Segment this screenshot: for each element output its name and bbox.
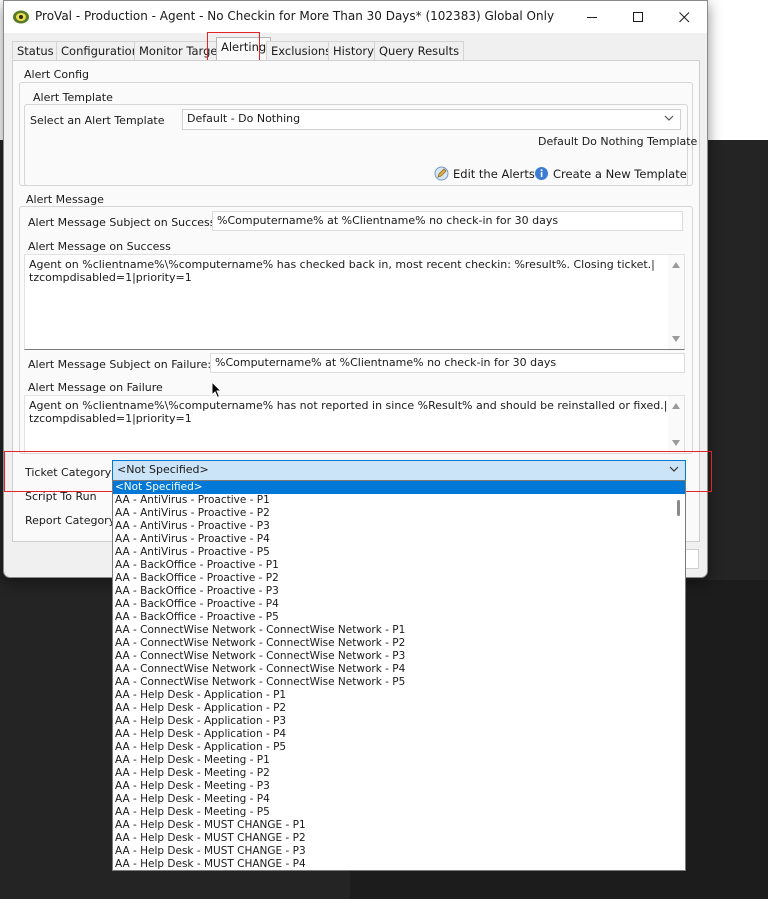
info-icon [535, 167, 548, 180]
dropdown-option[interactable]: AA - ConnectWise Network - ConnectWise N… [113, 624, 685, 637]
create-template-button[interactable]: Create a New Template [534, 166, 687, 181]
subject-failure-field[interactable]: %Computername% at %Clientname% no check-… [210, 353, 685, 373]
dropdown-option[interactable]: AA - Help Desk - Application - P5 [113, 741, 685, 754]
tab-monitor-target[interactable]: Monitor Target [134, 41, 227, 60]
dropdown-option[interactable]: AA - ConnectWise Network - ConnectWise N… [113, 637, 685, 650]
close-icon [678, 11, 689, 22]
report-category-label: Report Category [25, 514, 116, 527]
dropdown-scroll-thumb[interactable] [677, 500, 680, 516]
subject-failure-label: Alert Message Subject on Failure: [28, 358, 212, 371]
message-success-label: Alert Message on Success [28, 240, 171, 253]
alert-template-value: Default - Do Nothing [187, 112, 301, 125]
mouse-cursor-icon [211, 381, 223, 399]
message-failure-scrollbar[interactable] [668, 396, 684, 453]
message-failure-textarea[interactable]: Agent on %clientname%\%computername% has… [24, 395, 685, 453]
script-to-run-label: Script To Run [25, 490, 97, 503]
create-template-label: Create a New Template [553, 166, 687, 181]
dropdown-option[interactable]: AA - AntiVirus - Proactive - P3 [113, 520, 685, 533]
app-icon [13, 10, 29, 24]
ticket-category-dropdown-list[interactable]: <Not Specified> AA - AntiVirus - Proacti… [112, 480, 686, 871]
hidden-button-edge [686, 549, 699, 569]
dropdown-option[interactable]: AA - BackOffice - Proactive - P4 [113, 598, 685, 611]
alert-config-label: Alert Config [24, 68, 89, 81]
scroll-down-icon[interactable] [672, 336, 680, 342]
tab-alerting[interactable]: Alerting [216, 37, 272, 60]
maximize-button[interactable] [615, 1, 661, 33]
dropdown-option[interactable]: AA - Help Desk - Application - P3 [113, 715, 685, 728]
dropdown-option[interactable]: AA - ConnectWise Network - ConnectWise N… [113, 663, 685, 676]
template-description: Default Do Nothing Template [538, 135, 698, 148]
dropdown-option[interactable]: AA - Help Desk - Meeting - P4 [113, 793, 685, 806]
maximize-icon [632, 11, 643, 22]
message-success-line1: Agent on %clientname%\%computername% has… [29, 258, 655, 271]
dropdown-option[interactable]: AA - Help Desk - MUST CHANGE - P3 [113, 845, 685, 858]
tab-history[interactable]: History [328, 41, 379, 60]
ticket-category-label: Ticket Category [25, 466, 112, 479]
alert-message-label: Alert Message [26, 193, 104, 206]
minimize-icon [586, 16, 597, 18]
edit-alerts-label: Edit the Alerts [453, 166, 535, 181]
dropdown-option[interactable]: AA - BackOffice - Proactive - P1 [113, 559, 685, 572]
dropdown-option[interactable]: AA - Help Desk - MUST CHANGE - P1 [113, 819, 685, 832]
close-button[interactable] [661, 1, 707, 33]
tab-configuration[interactable]: Configuration [56, 41, 144, 60]
ticket-category-value: <Not Specified> [117, 463, 209, 476]
chevron-down-icon [664, 115, 674, 121]
subject-success-label: Alert Message Subject on Success: [28, 216, 220, 229]
chevron-down-icon [669, 466, 679, 472]
dropdown-option[interactable]: AA - Help Desk - Meeting - P5 [113, 806, 685, 819]
dropdown-option[interactable]: AA - ConnectWise Network - ConnectWise N… [113, 650, 685, 663]
tab-query-results[interactable]: Query Results [374, 41, 465, 60]
minimize-button[interactable] [569, 1, 615, 33]
dropdown-option[interactable]: AA - AntiVirus - Proactive - P2 [113, 507, 685, 520]
message-success-textarea[interactable]: Agent on %clientname%\%computername% has… [24, 254, 685, 350]
alert-template-select[interactable]: Default - Do Nothing [182, 109, 681, 130]
tab-exclusions[interactable]: Exclusions [266, 41, 337, 60]
dropdown-option[interactable]: AA - BackOffice - Proactive - P3 [113, 585, 685, 598]
edit-alerts-icon [434, 166, 449, 181]
select-template-label: Select an Alert Template [30, 114, 165, 127]
message-failure-line2: tzcompdisabled=1|priority=1 [29, 412, 192, 425]
dropdown-option[interactable]: AA - AntiVirus - Proactive - P4 [113, 533, 685, 546]
scroll-up-icon[interactable] [672, 262, 680, 268]
message-success-line2: tzcompdisabled=1|priority=1 [29, 271, 192, 284]
dropdown-option[interactable]: AA - Help Desk - MUST CHANGE - P2 [113, 832, 685, 845]
scroll-up-icon[interactable] [672, 403, 680, 409]
message-success-scrollbar[interactable] [668, 255, 684, 349]
tab-status[interactable]: Status [12, 41, 59, 60]
dropdown-option[interactable]: AA - BackOffice - Proactive - P2 [113, 572, 685, 585]
dropdown-option[interactable]: AA - BackOffice - Proactive - P5 [113, 611, 685, 624]
title-bar[interactable]: ProVal - Production - Agent - No Checkin… [4, 1, 707, 33]
window-title: ProVal - Production - Agent - No Checkin… [35, 9, 555, 23]
dropdown-option[interactable]: AA - Help Desk - Application - P1 [113, 689, 685, 702]
dropdown-option[interactable]: AA - ConnectWise Network - ConnectWise N… [113, 676, 685, 689]
subject-success-field[interactable]: %Computername% at %Clientname% no check-… [212, 211, 683, 231]
alert-template-label: Alert Template [31, 91, 115, 104]
dropdown-option[interactable]: AA - AntiVirus - Proactive - P5 [113, 546, 685, 559]
ticket-category-select[interactable]: <Not Specified> [112, 460, 686, 481]
dropdown-option[interactable]: AA - Help Desk - MUST CHANGE - P4 [113, 858, 685, 870]
dropdown-option-selected[interactable]: <Not Specified> [113, 481, 685, 494]
dropdown-option[interactable]: AA - Help Desk - Application - P4 [113, 728, 685, 741]
dropdown-option[interactable]: AA - Help Desk - Meeting - P3 [113, 780, 685, 793]
dropdown-option[interactable]: AA - Help Desk - Meeting - P2 [113, 767, 685, 780]
dropdown-scrollbar[interactable] [673, 494, 685, 870]
dropdown-option[interactable]: AA - Help Desk - Application - P2 [113, 702, 685, 715]
message-failure-label: Alert Message on Failure [28, 381, 163, 394]
dropdown-option[interactable]: AA - AntiVirus - Proactive - P1 [113, 494, 685, 507]
dropdown-option[interactable]: AA - Help Desk - Meeting - P1 [113, 754, 685, 767]
scroll-down-icon[interactable] [672, 440, 680, 446]
edit-alerts-button[interactable]: Edit the Alerts [434, 166, 535, 181]
message-failure-line1: Agent on %clientname%\%computername% has… [29, 399, 668, 412]
